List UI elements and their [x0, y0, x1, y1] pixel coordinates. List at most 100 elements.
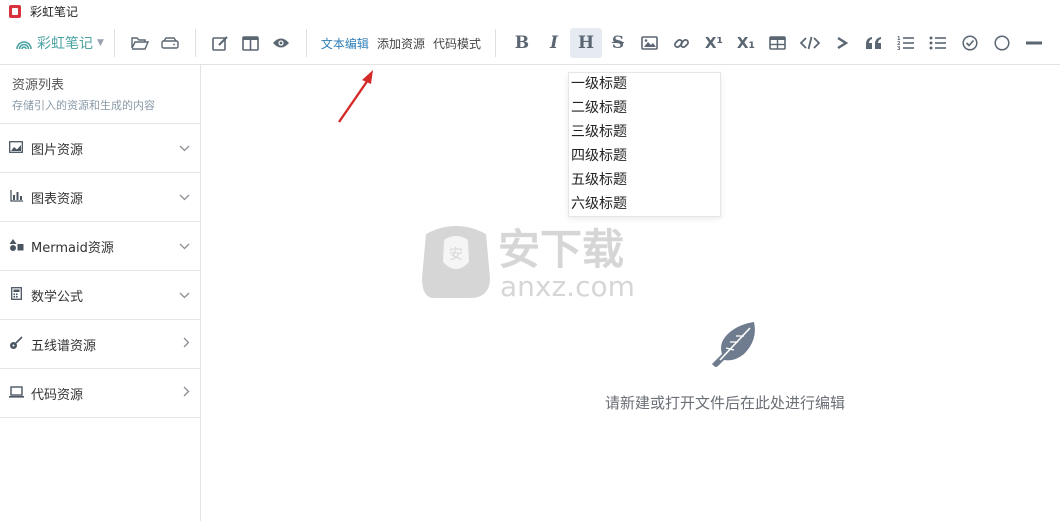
tab-text-edit[interactable]: 文本编辑: [321, 35, 369, 52]
sidebar-item-label: 图表资源: [31, 191, 84, 207]
brand-label: 彩虹笔记: [37, 36, 93, 52]
title-bar: 彩虹笔记: [0, 0, 1060, 22]
tab-add-resource[interactable]: 添加资源: [377, 35, 425, 52]
quote-icon: [865, 37, 881, 49]
table-icon: [769, 36, 787, 50]
eye-icon: [272, 38, 289, 48]
preview-button[interactable]: [266, 28, 296, 58]
image-icon: [641, 36, 659, 50]
heading-button[interactable]: H: [569, 28, 602, 58]
italic-icon: I: [549, 33, 558, 53]
bar-chart-icon: [9, 189, 23, 205]
superscript-icon: X¹: [704, 34, 724, 52]
app-logo-icon: [9, 4, 21, 18]
split-view-button[interactable]: [236, 28, 266, 58]
unordered-list-button[interactable]: [922, 28, 954, 58]
toolbar: 彩虹笔记 ▼ 文本编辑 添加资源 代码模式 B I H S X¹ X₁ 1 2 …: [0, 22, 1060, 65]
annotation-arrow-icon: [338, 70, 373, 123]
minus-icon: [1025, 41, 1042, 45]
chevron-down-icon: [179, 239, 190, 253]
edit-icon: [212, 35, 229, 51]
sidebar-item-charts[interactable]: 图表资源: [0, 173, 200, 222]
drive-icon: [161, 37, 179, 49]
toolbar-divider: [194, 29, 196, 57]
task-list-button[interactable]: [954, 28, 986, 58]
bold-button[interactable]: B: [506, 28, 538, 58]
rainbow-icon: [16, 41, 32, 50]
sidebar-item-label: 数学公式: [31, 289, 84, 305]
circle-icon: [994, 35, 1010, 51]
open-folder-button[interactable]: [125, 28, 155, 58]
toolbar-divider: [305, 29, 307, 57]
heading-level-3-option[interactable]: 三级标题: [569, 121, 720, 145]
chevron-right-button[interactable]: [826, 28, 858, 58]
toolbar-divider: [113, 29, 115, 57]
sidebar-item-mermaid[interactable]: Mermaid资源: [0, 222, 200, 271]
subscript-button[interactable]: X₁: [730, 28, 762, 58]
italic-button[interactable]: I: [538, 28, 570, 58]
sidebar-item-label: Mermaid资源: [31, 240, 114, 256]
window-title: 彩虹笔记: [30, 4, 79, 19]
horizontal-rule-button[interactable]: [1018, 28, 1050, 58]
sidebar-item-math[interactable]: 数学公式: [0, 271, 200, 320]
heading-level-4-option[interactable]: 四级标题: [569, 145, 720, 169]
folder-open-icon: [131, 37, 149, 50]
link-button[interactable]: [666, 28, 698, 58]
heading-dropdown: 一级标题 二级标题 三级标题 四级标题 五级标题 六级标题: [568, 72, 721, 217]
empty-state-message: 请新建或打开文件后在此处进行编辑: [605, 394, 846, 412]
code-button[interactable]: [794, 28, 826, 58]
columns-icon: [242, 35, 260, 51]
sidebar: 资源列表 存储引入的资源和生成的内容 图片资源 图表资源 Mermaid资源 数…: [0, 65, 201, 521]
check-circle-icon: [962, 35, 978, 51]
laptop-icon: [9, 385, 24, 401]
edit-button[interactable]: [206, 28, 236, 58]
superscript-button[interactable]: X¹: [698, 28, 730, 58]
chevron-down-icon: [179, 141, 190, 155]
heading-icon: H: [577, 33, 594, 53]
chevron-down-icon: ▼: [97, 38, 104, 48]
subscript-icon: X₁: [736, 34, 756, 52]
unordered-list-icon: [929, 36, 946, 50]
blockquote-button[interactable]: [858, 28, 890, 58]
heading-level-2-option[interactable]: 二级标题: [569, 97, 720, 121]
chevron-down-icon: [179, 190, 190, 204]
heading-level-5-option[interactable]: 五级标题: [569, 169, 720, 193]
calculator-icon: [9, 287, 23, 303]
toolbar-divider: [494, 29, 496, 57]
sidebar-subtitle: 存储引入的资源和生成的内容: [12, 99, 155, 112]
save-button[interactable]: [155, 28, 185, 58]
sidebar-item-label: 五线谱资源: [31, 338, 97, 354]
watermark-logo: 安 安下载 anxz.com: [422, 225, 635, 302]
heading-level-1-option[interactable]: 一级标题: [569, 73, 720, 97]
strikethrough-button[interactable]: S: [602, 28, 634, 58]
tab-code-mode[interactable]: 代码模式: [433, 35, 481, 52]
sidebar-title: 资源列表: [12, 78, 65, 93]
chevron-right-icon: [183, 386, 190, 400]
watermark-text-cn: 安下载: [498, 225, 624, 274]
sidebar-header: 资源列表 存储引入的资源和生成的内容: [0, 65, 200, 124]
watermark-text-en: anxz.com: [500, 270, 635, 302]
image-button[interactable]: [634, 28, 666, 58]
sidebar-item-label: 图片资源: [31, 142, 84, 158]
sidebar-item-label: 代码资源: [31, 387, 84, 403]
chevron-right-icon: [183, 337, 190, 351]
code-icon: [799, 36, 820, 50]
sidebar-item-staff[interactable]: 五线谱资源: [0, 320, 200, 369]
image-icon: [9, 140, 23, 156]
feather-icon: [712, 322, 755, 367]
circle-button[interactable]: [986, 28, 1018, 58]
shapes-icon: [9, 238, 24, 254]
svg-text:3: 3: [897, 46, 901, 51]
chevron-down-icon: [179, 288, 190, 302]
guitar-icon: [9, 335, 23, 353]
heading-level-6-option[interactable]: 六级标题: [569, 193, 720, 217]
bold-icon: B: [514, 33, 530, 53]
link-icon: [674, 38, 690, 48]
sidebar-item-images[interactable]: 图片资源: [0, 124, 200, 173]
ordered-list-icon: 1 2 3: [897, 36, 914, 51]
brand-menu[interactable]: 彩虹笔记 ▼: [15, 33, 104, 53]
strikethrough-icon: S: [611, 33, 625, 53]
ordered-list-button[interactable]: 1 2 3: [890, 28, 922, 58]
sidebar-item-code[interactable]: 代码资源: [0, 369, 200, 418]
table-button[interactable]: [762, 28, 794, 58]
